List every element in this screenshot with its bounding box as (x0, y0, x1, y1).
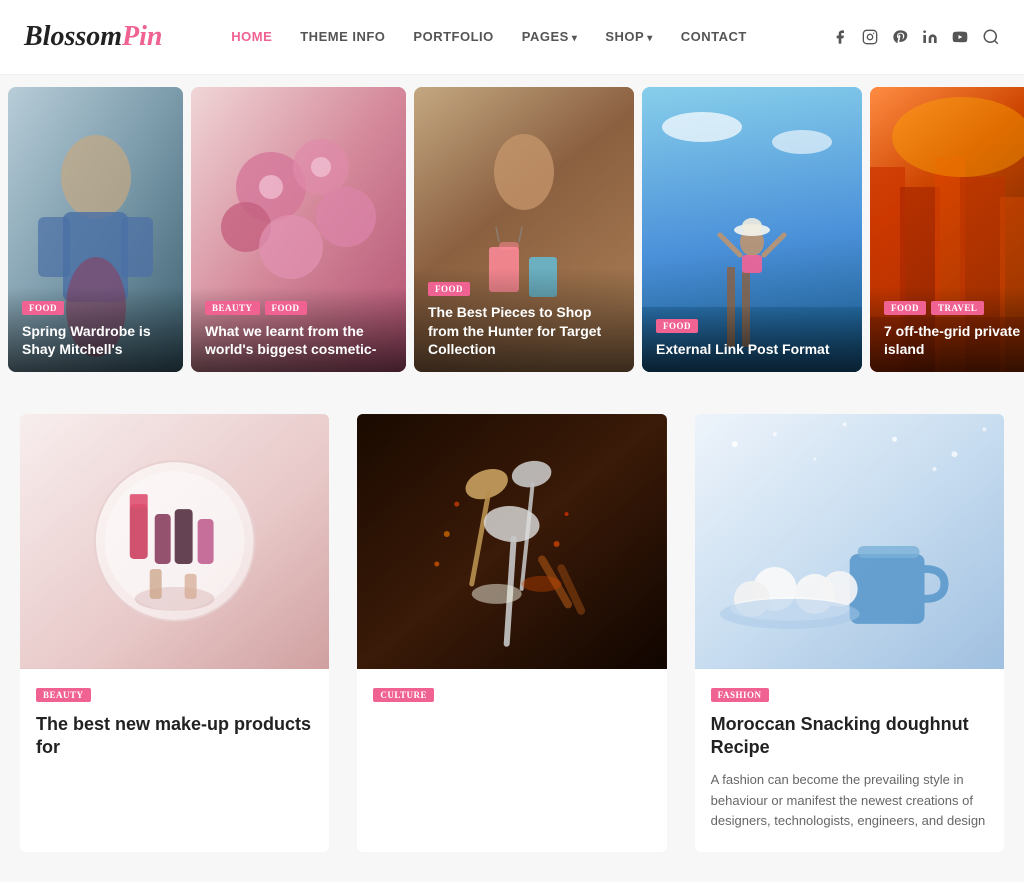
slide-card-2[interactable]: BEAUTY FOOD What we learnt from the worl… (191, 87, 406, 372)
nav-item-contact[interactable]: CONTACT (681, 28, 747, 46)
instagram-icon[interactable] (862, 28, 878, 46)
article-tag-beauty[interactable]: BEAUTY (36, 688, 91, 702)
slide-tags-2: BEAUTY FOOD (205, 301, 392, 315)
logo-pin-text: Pin (122, 21, 162, 53)
slide-overlay-3: FOOD The Best Pieces to Shop from the Hu… (414, 268, 634, 372)
article-excerpt-3: A fashion can become the prevailing styl… (711, 770, 988, 832)
article-image-1 (20, 414, 329, 669)
slide-tag-beauty-2: BEAUTY (205, 301, 260, 315)
main-nav: HOME THEME INFO PORTFOLIO PAGES▾ SHOP▾ C… (231, 28, 747, 46)
slide-title-5: 7 off-the-grid private island (884, 322, 1024, 358)
slide-title-4: External Link Post Format (656, 340, 848, 358)
slide-card-4[interactable]: FOOD External Link Post Format (642, 87, 862, 372)
article-card-3[interactable]: FASHION Moroccan Snacking doughnut Recip… (695, 414, 1004, 852)
slide-card-3[interactable]: FOOD The Best Pieces to Shop from the Hu… (414, 87, 634, 372)
nav-item-portfolio[interactable]: PORTFOLIO (413, 28, 493, 46)
article-card-1[interactable]: BEAUTY The best new make-up products for (20, 414, 329, 852)
article-image-3 (695, 414, 1004, 669)
article-body-3: FASHION Moroccan Snacking doughnut Recip… (695, 669, 1004, 852)
slide-title-2: What we learnt from the world's biggest … (205, 322, 392, 358)
slide-title-3: The Best Pieces to Shop from the Hunter … (428, 303, 620, 358)
slide-overlay-5: FOOD TRAVEL 7 off-the-grid private islan… (870, 287, 1024, 372)
slide-tag-food-1: FOOD (22, 301, 64, 315)
article-body-1: BEAUTY The best new make-up products for (20, 669, 329, 790)
article-tag-fashion[interactable]: FASHION (711, 688, 769, 702)
slide-tag-food-3: FOOD (428, 282, 470, 296)
slide-card-5[interactable]: FOOD TRAVEL 7 off-the-grid private islan… (870, 87, 1024, 372)
article-grid: BEAUTY The best new make-up products for (20, 414, 1004, 852)
slide-title-1: Spring Wardrobe is Shay Mitchell's (22, 322, 169, 358)
slide-card-1[interactable]: FOOD Spring Wardrobe is Shay Mitchell's (8, 87, 183, 372)
logo-blossom-text: Blossom (24, 21, 122, 53)
slide-tags-4: FOOD (656, 319, 848, 333)
linkedin-icon[interactable] (922, 28, 938, 46)
social-icons-bar:  (816, 28, 1000, 46)
slide-overlay-2: BEAUTY FOOD What we learnt from the worl… (191, 287, 406, 372)
slide-tag-travel-5: TRAVEL (931, 301, 984, 315)
article-image-2 (357, 414, 666, 669)
article-body-2: CULTURE (357, 669, 666, 733)
main-content: BEAUTY The best new make-up products for (0, 384, 1024, 882)
slide-overlay-4: FOOD External Link Post Format (642, 305, 862, 372)
pages-dropdown-arrow: ▾ (572, 33, 578, 44)
nav-list: HOME THEME INFO PORTFOLIO PAGES▾ SHOP▾ C… (231, 28, 747, 46)
pinterest-icon[interactable] (892, 28, 908, 46)
hero-slider: FOOD Spring Wardrobe is Shay Mitchell's (0, 75, 1024, 384)
article-tag-row-1: BEAUTY (36, 685, 313, 703)
nav-link-pages[interactable]: PAGES▾ (522, 29, 578, 44)
youtube-icon[interactable] (952, 28, 968, 46)
article-tag-culture[interactable]: CULTURE (373, 688, 434, 702)
slide-tags-3: FOOD (428, 282, 620, 296)
site-header: BlossomPin HOME THEME INFO PORTFOLIO PAG… (0, 0, 1024, 75)
nav-link-contact[interactable]: CONTACT (681, 29, 747, 44)
nav-item-theme-info[interactable]: THEME INFO (300, 28, 385, 46)
slide-tags-5: FOOD TRAVEL (884, 301, 1024, 315)
slider-track: FOOD Spring Wardrobe is Shay Mitchell's (0, 87, 1024, 372)
article-tag-row-3: FASHION (711, 685, 988, 703)
nav-item-home[interactable]: HOME (231, 28, 272, 46)
slide-tag-food-4: FOOD (656, 319, 698, 333)
article-card-2[interactable]: CULTURE (357, 414, 666, 852)
nav-link-theme-info[interactable]: THEME INFO (300, 29, 385, 44)
slide-tag-food-5: FOOD (884, 301, 926, 315)
article-tag-row-2: CULTURE (373, 685, 650, 703)
nav-item-shop[interactable]: SHOP▾ (605, 28, 652, 46)
nav-link-portfolio[interactable]: PORTFOLIO (413, 29, 493, 44)
slide-overlay-1: FOOD Spring Wardrobe is Shay Mitchell's (8, 287, 183, 372)
shop-dropdown-arrow: ▾ (647, 33, 653, 44)
article-title-1: The best new make-up products for (36, 713, 313, 760)
article-title-3: Moroccan Snacking doughnut Recipe (711, 713, 988, 760)
search-button[interactable] (982, 28, 1000, 46)
site-logo[interactable]: BlossomPin (24, 21, 163, 53)
nav-link-shop[interactable]: SHOP▾ (605, 29, 652, 44)
slide-tags-1: FOOD (22, 301, 169, 315)
facebook-icon[interactable]:  (816, 28, 848, 46)
nav-item-pages[interactable]: PAGES▾ (522, 28, 578, 46)
nav-link-home[interactable]: HOME (231, 29, 272, 44)
slide-tag-food-2: FOOD (265, 301, 307, 315)
